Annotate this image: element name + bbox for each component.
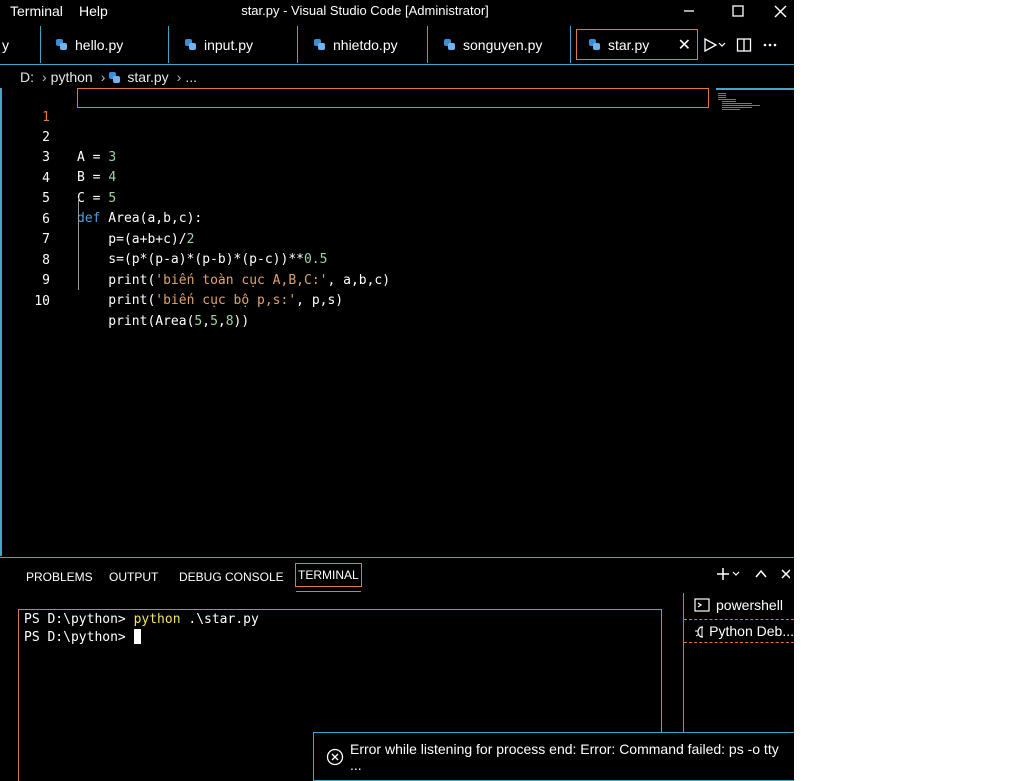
tab-label: songuyen.py (463, 36, 543, 53)
debug-bug-icon (695, 626, 704, 638)
panel-actions (716, 566, 790, 582)
menu-help[interactable]: Help (79, 3, 108, 19)
code-line[interactable]: 9 print('biến cục bộ p,s:', p,s) (2, 251, 712, 308)
code-line[interactable]: 3 B = 4 (2, 128, 712, 185)
tab-partial[interactable]: y (0, 26, 41, 63)
tab-nhietdo-py[interactable]: nhietdo.py (298, 26, 428, 63)
terminal-line: PS D:\python> (24, 629, 141, 647)
current-line-highlight (77, 88, 709, 108)
menu-terminal[interactable]: Terminal (10, 3, 63, 19)
line-number: 10 (34, 294, 50, 309)
indent-guide (78, 198, 79, 290)
code-line[interactable]: 5 def Area(a,b,c): (2, 169, 712, 226)
code-line[interactable]: 10 print(Area(5,5,8)) (2, 272, 712, 329)
chevron-right-icon: › (42, 69, 47, 85)
error-icon (326, 748, 344, 765)
breadcrumb-file[interactable]: star.py (127, 69, 168, 85)
tab-input-py[interactable]: input.py (169, 26, 298, 63)
breadcrumb: D: › python › star.py › ... (0, 66, 794, 88)
tab-label: input.py (204, 36, 254, 53)
tab-label: hello.py (75, 36, 124, 53)
code-line[interactable]: 1 (2, 88, 712, 125)
breadcrumb-drive[interactable]: D: (20, 69, 34, 85)
tab-songuyen-py[interactable]: songuyen.py (428, 26, 571, 63)
code-line[interactable]: 7 s=(p*(p-a)*(p-b)*(p-c))**0.5 (2, 210, 712, 267)
python-file-icon (185, 39, 196, 50)
terminal-args: .\star.py (180, 612, 259, 627)
vscode-window: star.py - Visual Studio Code [Administra… (0, 0, 794, 781)
maximize-button[interactable] (718, 0, 758, 22)
maximize-icon (732, 5, 744, 17)
code-line[interactable]: 4 C = 5 (2, 149, 712, 206)
python-file-icon (444, 39, 455, 50)
window-title: star.py - Visual Studio Code [Administra… (241, 3, 489, 18)
notification-message: Error while listening for process end: E… (349, 740, 779, 773)
terminal-cursor (133, 629, 141, 644)
minimize-icon (684, 10, 694, 12)
tab-label: y (2, 36, 9, 53)
minimize-button[interactable] (669, 0, 709, 22)
python-file-icon (589, 39, 600, 50)
error-notification[interactable]: Error while listening for process end: E… (313, 732, 794, 781)
terminal-item-python-debug[interactable]: Python Deb... (684, 619, 794, 643)
editor-actions (702, 26, 794, 64)
breadcrumb-more[interactable]: ... (185, 69, 197, 85)
code-line[interactable]: 8 print('biến toàn cục A,B,C:', a,b,c) (2, 231, 712, 288)
code-text: print(Area(5,5,8)) (77, 314, 250, 329)
tab-output[interactable]: OUTPUT (109, 570, 158, 584)
close-panel-icon[interactable] (780, 566, 790, 582)
code-line[interactable]: 2 A = 3 (2, 108, 712, 165)
code-text: print('biến cục bộ p,s:', p,s) (77, 293, 344, 308)
close-window-button[interactable] (766, 0, 794, 22)
python-file-icon (109, 71, 121, 83)
tab-problems[interactable]: PROBLEMS (26, 570, 93, 584)
terminal-shell-icon (694, 598, 710, 612)
new-terminal-icon[interactable] (716, 566, 742, 582)
terminal-item-label: Python Deb... (709, 623, 794, 639)
tab-terminal[interactable]: TERMINAL (295, 563, 362, 592)
editor-tab-bar: y hello.py input.py nhietdo.py songuyen.… (0, 26, 794, 65)
more-actions-icon[interactable] (762, 37, 778, 53)
terminal-command: python (133, 612, 181, 627)
breadcrumb-folder[interactable]: python (51, 69, 93, 85)
tab-label: star.py (608, 36, 650, 53)
split-editor-icon[interactable] (736, 37, 752, 53)
terminal-item-label: powershell (716, 597, 783, 613)
title-bar: star.py - Visual Studio Code [Administra… (0, 0, 794, 22)
terminal-prompt: PS D:\python> (24, 612, 134, 627)
close-tab-icon[interactable]: ✕ (678, 35, 691, 55)
chevron-right-icon: › (176, 69, 182, 85)
tab-label: nhietdo.py (333, 36, 398, 53)
tab-debug-console[interactable]: DEBUG CONSOLE (179, 570, 284, 584)
tab-star-py[interactable]: star.py ✕ (576, 29, 698, 60)
close-icon (773, 4, 787, 18)
run-icon[interactable] (702, 37, 726, 53)
chevron-up-icon[interactable] (754, 566, 768, 582)
code-editor[interactable]: 1 2 A = 3 3 B = 4 4 C = 5 5 def Area(a,b… (0, 88, 794, 556)
terminal-prompt: PS D:\python> (24, 630, 134, 645)
minimap[interactable] (716, 88, 794, 118)
tab-hello-py[interactable]: hello.py (40, 26, 169, 63)
code-line[interactable]: 6 p=(a+b+c)/2 (2, 190, 712, 247)
chevron-right-icon: › (100, 69, 106, 85)
terminal-item-powershell[interactable]: powershell (694, 597, 783, 613)
python-file-icon (56, 39, 67, 50)
terminal-line: PS D:\python> python .\star.py (24, 611, 259, 629)
python-file-icon (314, 39, 325, 50)
